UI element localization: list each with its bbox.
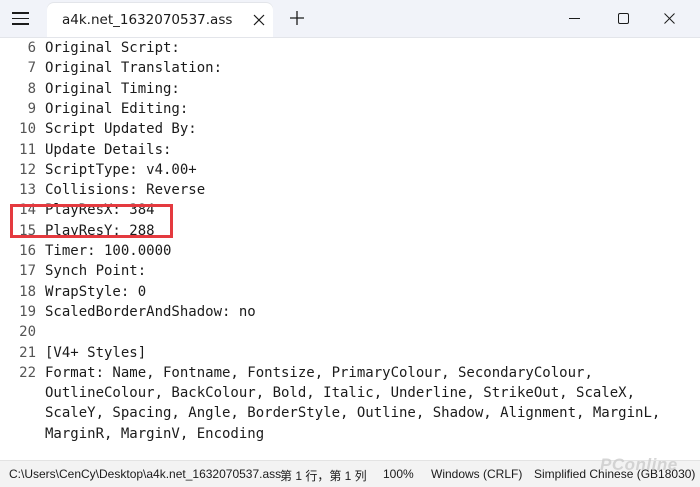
status-zoom[interactable]: 100%: [383, 467, 414, 481]
line-text: ScaledBorderAndShadow: no: [45, 303, 256, 320]
line-text: ScriptType: v4.00+: [45, 161, 197, 178]
editor-line: 16 Timer: 100.0000: [0, 241, 700, 261]
editor-line: 7 Original Translation:: [0, 58, 700, 78]
line-number: 21: [19, 344, 36, 361]
line-number: 13: [19, 182, 36, 199]
editor-line: OutlineColour, BackColour, Bold, Italic,…: [0, 383, 700, 403]
close-button[interactable]: [647, 4, 691, 32]
highlight-annotation-box: [10, 204, 173, 238]
line-number: 18: [19, 283, 36, 300]
line-text: Update Details:: [45, 141, 172, 158]
line-text: Original Translation:: [45, 60, 223, 77]
line-text: Original Editing:: [45, 100, 189, 117]
editor-line: 22 Format: Name, Fontname, Fontsize, Prim…: [0, 363, 700, 383]
line-number: 17: [19, 263, 36, 280]
editor-line: 6 Original Script:: [0, 38, 700, 58]
tab-file[interactable]: a4k.net_1632070537.ass: [47, 3, 273, 37]
tab-title: a4k.net_1632070537.ass: [62, 12, 233, 28]
line-number: 8: [27, 80, 36, 97]
line-text: Timer: 100.0000: [45, 243, 172, 259]
line-number: 19: [19, 303, 36, 320]
status-file-path: C:\Users\CenCy\Desktop\a4k.net_163207053…: [9, 467, 282, 481]
line-number: 10: [19, 121, 36, 138]
editor-line: 18 WrapStyle: 0: [0, 282, 700, 302]
notepad-window: a4k.net_1632070537.ass 6 Original Script:: [0, 0, 700, 487]
status-bar: C:\Users\CenCy\Desktop\a4k.net_163207053…: [0, 460, 700, 487]
text-editor[interactable]: 6 Original Script: 7 Original Translation:…: [0, 38, 700, 460]
status-encoding[interactable]: Simplified Chinese (GB18030): [534, 467, 695, 481]
maximize-button[interactable]: [601, 4, 645, 32]
line-text: [V4+ Styles]: [45, 344, 147, 361]
line-number: 6: [27, 40, 36, 56]
line-text: Format: Name, Fontname, Fontsize, Primar…: [45, 364, 593, 381]
plus-icon[interactable]: [288, 9, 306, 27]
status-line-ending[interactable]: Windows (CRLF): [431, 467, 522, 481]
line-text: Original Timing:: [45, 80, 180, 97]
editor-line: 19 ScaledBorderAndShadow: no: [0, 302, 700, 322]
maximize-icon: [618, 13, 629, 24]
title-bar: a4k.net_1632070537.ass: [0, 0, 700, 38]
close-icon[interactable]: [252, 13, 266, 27]
line-number: 12: [19, 161, 36, 178]
editor-line: 9 Original Editing:: [0, 99, 700, 119]
editor-line: 17 Synch Point:: [0, 261, 700, 281]
line-text: MarginR, MarginV, Encoding: [45, 425, 265, 442]
minimize-icon: [569, 18, 580, 19]
editor-line: 20: [0, 322, 700, 342]
editor-line: 21 [V4+ Styles]: [0, 343, 700, 363]
editor-line: 11 Update Details:: [0, 140, 700, 160]
line-text: Script Updated By:: [45, 121, 197, 138]
line-text: Collisions: Reverse: [45, 182, 206, 199]
editor-line: 13 Collisions: Reverse: [0, 180, 700, 200]
editor-line: 12 ScriptType: v4.00+: [0, 160, 700, 180]
editor-line: 8 Original Timing:: [0, 79, 700, 99]
editor-line: ScaleY, Spacing, Angle, BorderStyle, Out…: [0, 403, 700, 423]
line-text: ScaleY, Spacing, Angle, BorderStyle, Out…: [45, 405, 661, 422]
line-number: 11: [19, 141, 36, 158]
line-number: 16: [19, 243, 36, 259]
line-number: 9: [27, 100, 36, 117]
line-text: OutlineColour, BackColour, Bold, Italic,…: [45, 385, 636, 402]
editor-line: 10 Script Updated By:: [0, 119, 700, 139]
line-number: 20: [19, 324, 36, 341]
editor-line: MarginR, MarginV, Encoding: [0, 424, 700, 444]
line-text: Synch Point:: [45, 263, 147, 280]
line-text: WrapStyle: 0: [45, 283, 147, 300]
hamburger-menu-icon[interactable]: [11, 9, 31, 27]
line-number: 22: [19, 364, 36, 381]
minimize-button[interactable]: [552, 4, 596, 32]
close-icon: [664, 13, 675, 24]
status-cursor-position[interactable]: 第 1 行，第 1 列: [280, 467, 367, 484]
line-number: 7: [27, 60, 36, 77]
line-text: Original Script:: [45, 40, 180, 56]
